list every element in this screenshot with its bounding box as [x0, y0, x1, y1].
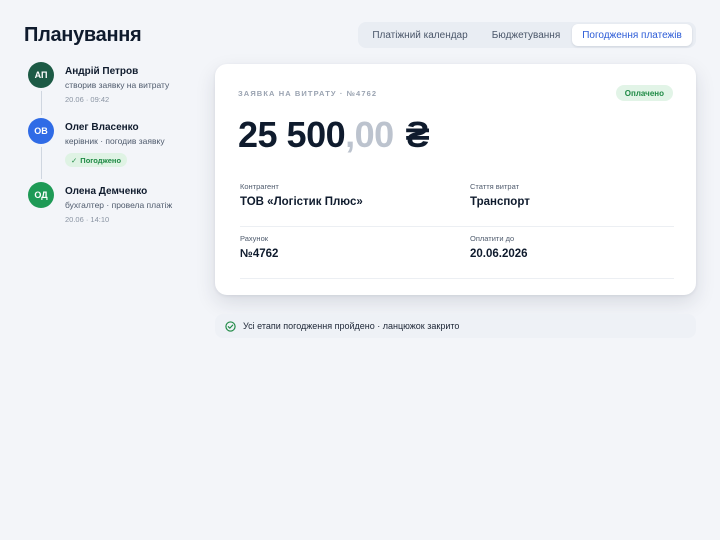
avatar: АП [28, 62, 54, 88]
request-overline: ЗАЯВКА НА ВИТРАТУ · №4762 [238, 89, 378, 98]
step-role: бухгалтер · провела платіж [65, 200, 173, 210]
avatar: ОД [28, 182, 54, 208]
notice-text: Усі етапи погодження пройдено · ланцюжок… [243, 321, 460, 331]
tab-budgeting[interactable]: Бюджетування [480, 24, 572, 46]
step-time: 20.06 · 09:42 [65, 95, 110, 104]
step-name: Андрій Петров [65, 66, 139, 77]
details-row: Контрагент ТОВ «Логістик Плюс» Стаття ви… [240, 175, 674, 227]
expense-request-card: ЗАЯВКА НА ВИТРАТУ · №4762 Оплачено 25 50… [215, 64, 696, 295]
step-time: 20.06 · 14:10 [65, 215, 110, 224]
checkmark-icon: ✓ [71, 155, 78, 165]
step-name: Олена Демченко [65, 186, 148, 197]
field-label: Рахунок [240, 234, 269, 243]
request-amount: 25 500,00 ₴ [238, 114, 430, 158]
step-role: керівник · погодив заявку [65, 136, 165, 146]
field-label: Оплатити до [470, 234, 515, 243]
step-name: Олег Власенко [65, 122, 139, 133]
avatar: ОВ [28, 118, 54, 144]
field-value: 20.06.2026 [470, 248, 528, 260]
tab-bar: Платіжний календар Бюджетування Погоджен… [358, 22, 696, 48]
currency-symbol: ₴ [405, 114, 430, 155]
check-circle-icon [225, 320, 236, 332]
amount-fraction: ,00 [345, 114, 394, 155]
details-row: Рахунок №4762 Оплатити до 20.06.2026 [240, 227, 674, 279]
field-counterparty: Контрагент ТОВ «Логістик Плюс» [240, 182, 363, 208]
tab-payment-approval[interactable]: Погодження платежів [572, 24, 692, 46]
tab-payment-calendar[interactable]: Платіжний календар [360, 24, 480, 46]
field-label: Контрагент [240, 182, 279, 191]
request-details: Контрагент ТОВ «Логістик Плюс» Стаття ви… [240, 175, 674, 279]
approved-badge: ✓ Погоджено [65, 153, 128, 167]
field-value: №4762 [240, 248, 279, 260]
step-role: створив заявку на витрату [65, 80, 170, 90]
approval-complete-notice: Усі етапи погодження пройдено · ланцюжок… [215, 314, 696, 338]
field-value: ТОВ «Логістик Плюс» [240, 196, 363, 208]
field-expense-category: Стаття витрат Транспорт [470, 182, 530, 208]
amount-integer: 25 500 [238, 114, 346, 155]
field-due-date: Оплатити до 20.06.2026 [470, 234, 528, 260]
field-label: Стаття витрат [470, 182, 520, 191]
field-value: Транспорт [470, 196, 530, 208]
page-title: Планування [24, 24, 142, 46]
approved-badge-label: Погоджено [80, 155, 122, 165]
field-invoice: Рахунок №4762 [240, 234, 278, 260]
status-badge: Оплачено [615, 85, 673, 101]
